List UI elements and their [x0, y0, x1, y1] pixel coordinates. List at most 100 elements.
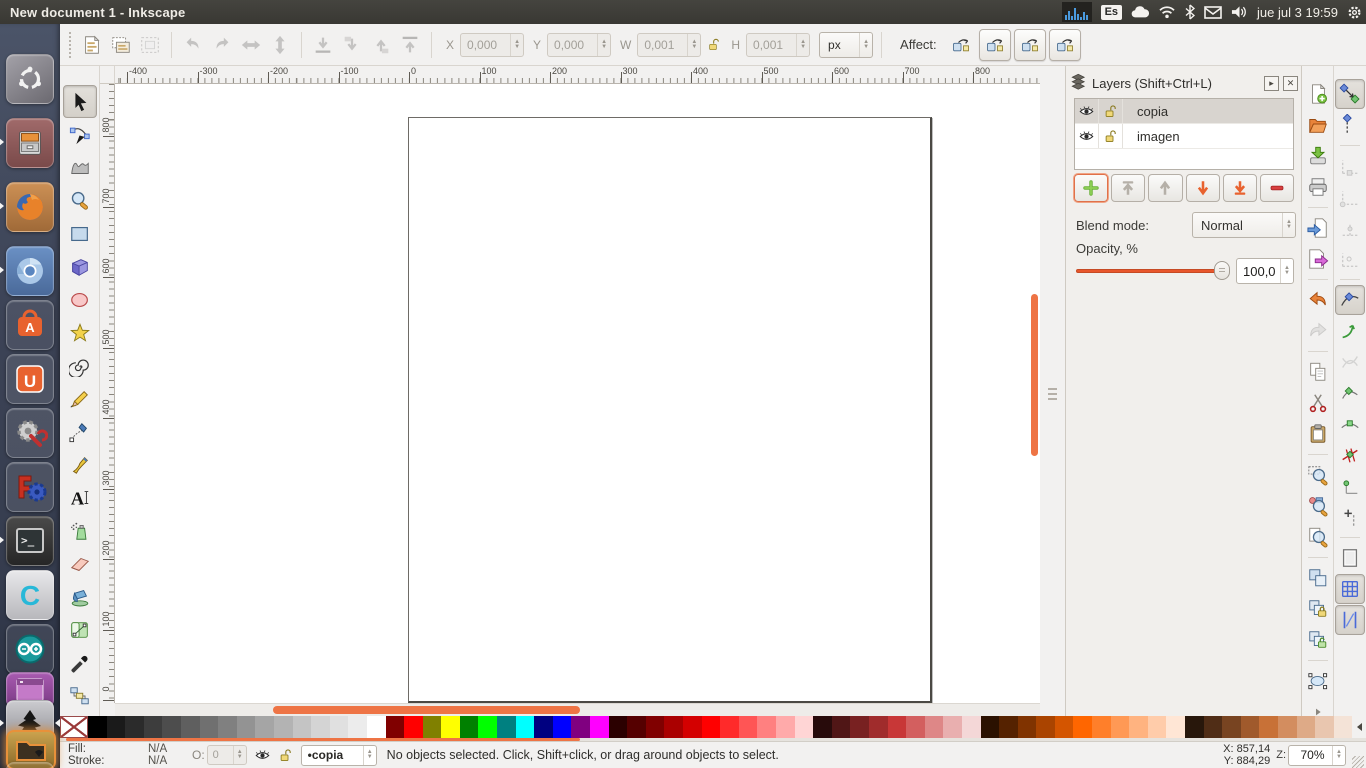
palette-swatch[interactable]	[832, 716, 851, 738]
tool-gradient[interactable]	[63, 613, 97, 646]
palette-swatch[interactable]	[627, 716, 646, 738]
clone-button[interactable]	[1303, 594, 1333, 624]
palette-swatch[interactable]	[144, 716, 163, 738]
keyboard-layout-indicator[interactable]: Es	[1101, 5, 1122, 20]
document-open-button[interactable]	[1303, 110, 1333, 140]
document-print-button[interactable]	[1303, 172, 1333, 202]
affect-stroke-toggle[interactable]	[946, 30, 976, 60]
zoom-drawing-button[interactable]	[1303, 491, 1333, 521]
tool-connector[interactable]	[63, 679, 97, 712]
palette-swatch[interactable]	[609, 716, 628, 738]
launcher-item-software-center[interactable]: A	[6, 300, 54, 350]
palette-swatch[interactable]	[1204, 716, 1223, 738]
tool-dropper[interactable]	[63, 646, 97, 679]
snap-bbox-toggle[interactable]	[1335, 110, 1365, 140]
dialog-detach-button[interactable]: ▸	[1264, 76, 1279, 91]
deselect-button[interactable]	[137, 32, 163, 58]
palette-swatch[interactable]	[386, 716, 405, 738]
palette-swatch[interactable]	[1241, 716, 1260, 738]
network-graph-icon[interactable]	[1062, 2, 1092, 22]
raise-button[interactable]	[368, 32, 394, 58]
tool-tweak[interactable]	[63, 151, 97, 184]
snap-cusp-nodes-toggle[interactable]	[1335, 378, 1365, 408]
palette-swatch[interactable]	[646, 716, 665, 738]
palette-swatch[interactable]	[813, 716, 832, 738]
tool-star[interactable]	[63, 316, 97, 349]
palette-swatch[interactable]	[237, 716, 256, 738]
lower-layer-to-bottom-button[interactable]	[1223, 174, 1257, 202]
layer-name[interactable]: imagen	[1123, 129, 1180, 144]
launcher-item-arduino[interactable]	[6, 624, 54, 674]
snap-segment-midpoints-toggle[interactable]	[1335, 440, 1365, 470]
tool-selector[interactable]	[63, 85, 97, 118]
palette-swatch[interactable]	[1073, 716, 1092, 738]
palette-swatch[interactable]	[404, 716, 423, 738]
tool-pencil[interactable]	[63, 382, 97, 415]
palette-swatch[interactable]	[1315, 716, 1334, 738]
bluetooth-icon[interactable]	[1185, 4, 1195, 20]
w-field[interactable]: 0,001▲▼	[637, 33, 701, 57]
launcher-item-freecad[interactable]	[6, 462, 54, 512]
palette-scroll-arrow[interactable]	[1352, 716, 1366, 738]
snap-nodes-toggle[interactable]	[1335, 285, 1365, 315]
raise-to-top-button[interactable]	[397, 32, 423, 58]
vertical-scrollbar[interactable]	[1031, 294, 1038, 456]
palette-swatch[interactable]	[888, 716, 907, 738]
palette-swatch[interactable]	[925, 716, 944, 738]
palette-swatch[interactable]	[274, 716, 293, 738]
export-button[interactable]	[1303, 244, 1333, 274]
palette-swatch[interactable]	[571, 716, 590, 738]
launcher-item-file-manager[interactable]	[6, 118, 54, 168]
palette-swatch[interactable]	[906, 716, 925, 738]
lower-button[interactable]	[339, 32, 365, 58]
palette-swatch[interactable]	[702, 716, 721, 738]
no-color-swatch[interactable]	[60, 716, 88, 738]
tool-box-3d[interactable]	[63, 250, 97, 283]
layer-lock-icon[interactable]	[278, 748, 293, 763]
palette-swatch[interactable]	[999, 716, 1018, 738]
current-layer-selector[interactable]: •copia ▲▼	[301, 745, 377, 766]
palette-swatch[interactable]	[534, 716, 553, 738]
power-gear-icon[interactable]	[1347, 5, 1362, 20]
palette-swatch[interactable]	[497, 716, 516, 738]
mail-icon[interactable]	[1204, 6, 1222, 19]
tool-text[interactable]: A	[63, 481, 97, 514]
tool-paint-bucket[interactable]	[63, 580, 97, 613]
launcher-item-codeblocks[interactable]: C	[6, 570, 54, 620]
zoom-page-button[interactable]	[1303, 522, 1333, 552]
palette-swatch[interactable]	[850, 716, 869, 738]
launcher-item-chromium[interactable]	[6, 246, 54, 296]
palette-swatch[interactable]	[1148, 716, 1167, 738]
opacity-slider[interactable]	[1076, 258, 1228, 284]
new-layer-button[interactable]	[1074, 174, 1108, 202]
palette-swatch[interactable]	[1278, 716, 1297, 738]
select-all-button[interactable]	[79, 32, 105, 58]
tool-spray[interactable]	[63, 514, 97, 547]
volume-icon[interactable]	[1231, 5, 1248, 19]
palette-swatch[interactable]	[330, 716, 349, 738]
palette-swatch[interactable]	[311, 716, 330, 738]
tool-ellipse[interactable]	[63, 283, 97, 316]
window-resize-grip[interactable]	[1352, 756, 1364, 768]
lower-to-bottom-button[interactable]	[310, 32, 336, 58]
launcher-item-terminal[interactable]: >_	[6, 516, 54, 566]
horizontal-scrollbar-track[interactable]	[115, 703, 1040, 716]
layer-visible-icon[interactable]	[1075, 99, 1099, 123]
tool-spiral[interactable]	[63, 349, 97, 382]
affect-corners-toggle[interactable]	[979, 29, 1011, 61]
palette-swatch[interactable]	[293, 716, 312, 738]
affect-patterns-toggle[interactable]	[1049, 29, 1081, 61]
raise-layer-to-top-button[interactable]	[1111, 174, 1145, 202]
snap-path-intersections-toggle[interactable]	[1335, 347, 1365, 377]
palette-swatch[interactable]	[757, 716, 776, 738]
palette-swatch[interactable]	[478, 716, 497, 738]
palette-swatch[interactable]	[423, 716, 442, 738]
palette-swatch[interactable]	[869, 716, 888, 738]
palette-swatch[interactable]	[720, 716, 739, 738]
zoom-field[interactable]: 70%▲▼	[1288, 745, 1346, 766]
selector-dialog-button[interactable]	[1303, 666, 1333, 696]
palette-swatch[interactable]	[1055, 716, 1074, 738]
launcher-item-trash[interactable]	[6, 762, 54, 768]
palette-swatch[interactable]	[1259, 716, 1278, 738]
layer-name[interactable]: copia	[1123, 104, 1168, 119]
